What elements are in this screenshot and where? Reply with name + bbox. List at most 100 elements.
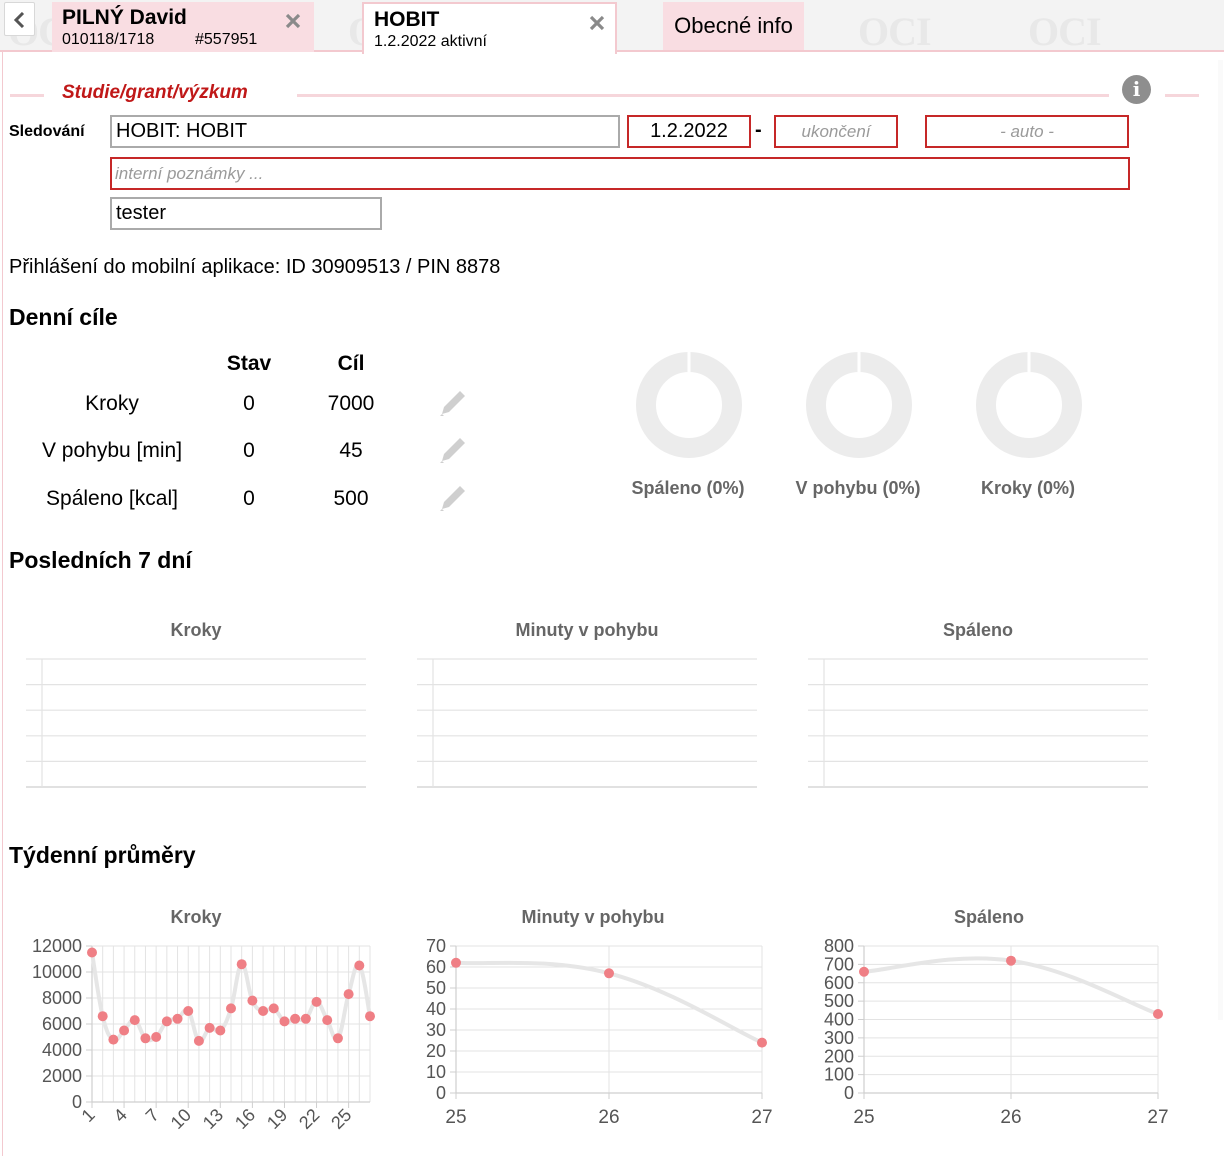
patient-record-number: #557951 [195,31,258,48]
goal-target-burned: 500 [333,487,369,510]
notes-input[interactable]: interní poznámky ... [110,157,1130,190]
y-tick-label: 800 [824,936,854,956]
close-icon[interactable] [588,14,606,32]
y-tick-label: 40 [426,999,446,1019]
goal-state-steps: 0 [243,392,255,415]
data-point [119,1025,130,1036]
weekly-active-minutes-title: Minuty v pohybu [521,907,665,927]
tab-patient[interactable]: PILNÝ David 010118/1718 #557951 [52,2,314,52]
data-point [290,1013,301,1024]
donut-label-burned: Spáleno (0%) [631,478,745,498]
back-button[interactable] [4,2,35,36]
edit-burned-pencil-icon[interactable] [436,481,470,515]
data-point [322,1015,333,1026]
y-tick-label: 20 [426,1041,446,1061]
data-point [215,1025,226,1036]
weekly-averages-heading: Týdenní průměry [9,842,196,868]
x-tick-label: 10 [167,1105,195,1133]
divider [10,94,44,97]
data-point [1153,1008,1163,1019]
x-tick-label: 26 [598,1107,619,1128]
study-status: 1.2.2022 aktivní [374,33,487,50]
y-tick-label: 4000 [42,1040,82,1060]
section-title: Studie/grant/výzkum [62,82,248,103]
x-tick-label: 27 [1147,1107,1168,1128]
donut-label-active-minutes: V pohybu (0%) [795,478,921,498]
donut-label-steps: Kroky (0%) [980,478,1076,498]
goal-state-active-minutes: 0 [243,439,255,462]
x-tick-label: 26 [1000,1107,1021,1128]
weekly-steps-chart: 0200040006000800010000120001 4 7 10 13 16 19 22… [32,936,375,1133]
end-date-input[interactable]: ukončení [774,115,898,148]
data-point [97,1011,108,1022]
col-goal-header: Cíl [337,352,365,375]
last7-active-minutes-title: Minuty v pohybu [515,620,659,640]
end-date-placeholder: ukončení [801,122,871,141]
weekly-active-minutes-chart: 010203040506070 25 26 27 [426,936,773,1128]
weekly-burned-chart: 0100200300400500600700800 25 26 27 [824,936,1169,1128]
x-tick-label: 16 [231,1105,259,1133]
goal-state-burned: 0 [243,487,255,510]
data-point [604,968,614,979]
goal-target-active-minutes: 45 [339,439,363,462]
mobile-login-info: Přihlášení do mobilní aplikace: ID 30909… [9,256,501,278]
notes-placeholder: interní poznámky ... [115,164,264,183]
data-point [183,1006,194,1016]
y-tick-label: 0 [844,1083,854,1103]
data-point [300,1013,311,1024]
x-tick-label: 1 [78,1105,99,1126]
scrollbar[interactable] [1218,60,1223,1020]
tab-general-info[interactable]: Obecné info [663,2,804,50]
data-point [129,1015,140,1026]
y-tick-label: 50 [426,978,446,998]
tab-study[interactable]: HOBIT 1.2.2022 aktivní [362,2,617,54]
y-tick-label: 12000 [32,936,82,956]
x-tick-label: 25 [327,1105,355,1133]
data-point [108,1034,119,1045]
y-tick-label: 0 [436,1083,446,1103]
tab-bar: OCI OCI OCI OCI PILNÝ David 010118/1718 … [0,0,1224,54]
y-tick-label: 400 [824,1010,854,1030]
goal-target-steps: 7000 [327,392,375,415]
daily-goals-heading: Denní cíle [9,304,118,330]
y-tick-label: 500 [824,991,854,1011]
auto-field[interactable]: - auto - [925,115,1129,148]
patient-name: PILNÝ David [62,6,187,29]
edit-active-minutes-pencil-icon[interactable] [436,433,470,467]
start-date-input[interactable]: 1.2.2022 [627,115,751,148]
divider [1165,94,1199,97]
y-tick-label: 2000 [42,1066,82,1086]
role-input[interactable]: tester [110,197,382,230]
study-select[interactable]: HOBIT: HOBIT [110,115,620,148]
y-tick-label: 200 [824,1046,854,1066]
y-tick-label: 30 [426,1020,446,1040]
last7-steps-title: Kroky [170,620,222,640]
edit-steps-pencil-icon[interactable] [436,386,470,420]
data-point [1006,955,1016,966]
y-tick-label: 100 [824,1065,854,1085]
goal-label-burned: Spáleno [kcal] [46,487,178,510]
x-tick-label: 19 [263,1105,291,1133]
data-point [193,1035,204,1046]
x-tick-label: 22 [295,1105,323,1133]
x-tick-label: 25 [853,1107,874,1128]
data-point [151,1032,162,1042]
data-point [247,995,258,1006]
last7-active-minutes-chart [417,658,757,788]
data-point [226,1003,236,1014]
y-tick-label: 8000 [42,988,82,1008]
data-point [757,1037,767,1048]
info-icon[interactable]: i [1122,75,1151,104]
auto-placeholder: - auto - [1000,122,1054,141]
data-point [258,1006,269,1016]
data-point [87,947,97,958]
close-icon[interactable] [284,12,302,30]
data-point [268,1003,279,1014]
data-point [279,1016,290,1027]
x-tick-label: 27 [751,1107,772,1128]
y-tick-label: 10 [426,1062,446,1082]
y-tick-label: 70 [426,936,446,956]
y-tick-label: 60 [426,957,446,977]
weekly-burned-title: Spáleno [953,907,1024,927]
data-point [172,1013,183,1024]
